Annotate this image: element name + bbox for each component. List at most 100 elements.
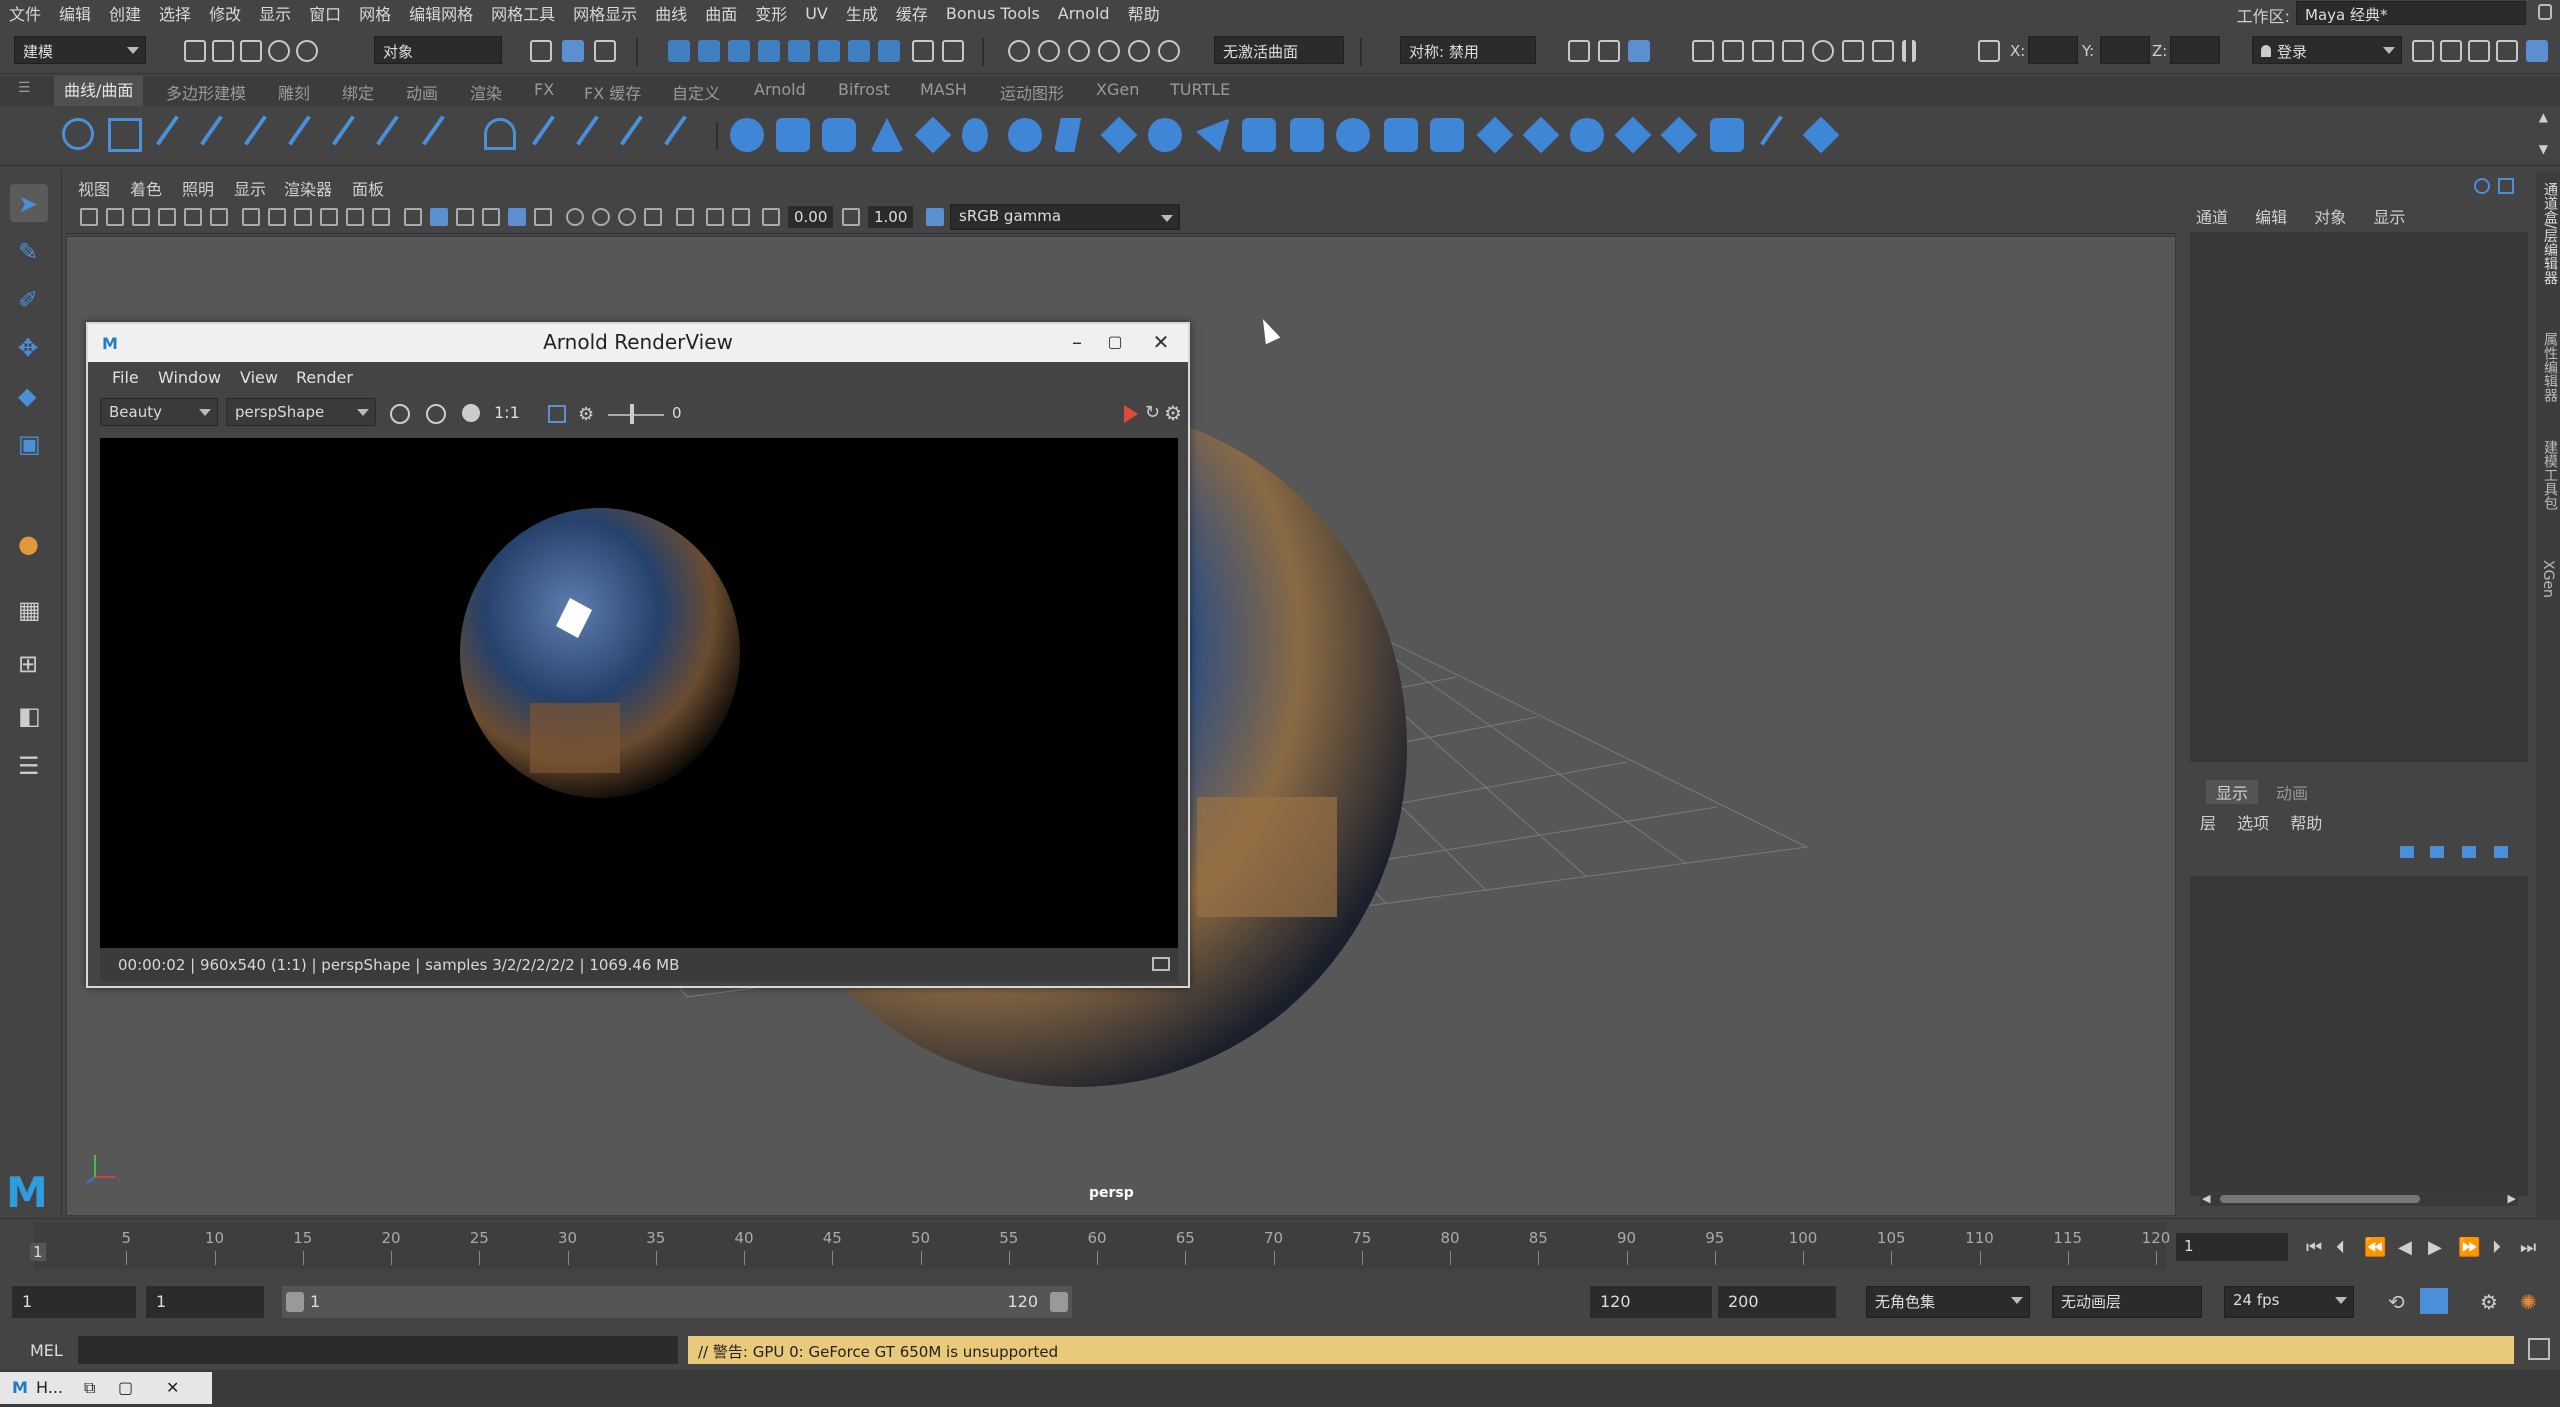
menu-edit-mesh[interactable]: 编辑网格 (400, 1, 482, 25)
xray-joints-icon[interactable] (706, 208, 724, 226)
shelf-tab-turtle[interactable]: TURTLE (1170, 80, 1230, 99)
outliner-layout-button[interactable]: ☰ (10, 746, 48, 784)
lasso-tool-button[interactable]: ✎ (10, 232, 48, 270)
z-field[interactable] (2170, 36, 2220, 64)
range-bar[interactable]: 1 120 (282, 1286, 1072, 1318)
bevel-plus-icon[interactable] (1336, 118, 1370, 152)
viewport-menu-shading[interactable]: 着色 (130, 176, 162, 200)
move-tool-button[interactable]: ✥ (10, 328, 48, 366)
aov-select[interactable]: Beauty (100, 398, 218, 426)
trim-tool-icon[interactable] (1476, 116, 1514, 154)
gamma-field[interactable]: 1.00 (868, 206, 914, 228)
detach-surfaces-icon[interactable] (1614, 116, 1652, 154)
shelf-tab-sculpting[interactable]: 雕刻 (278, 80, 310, 104)
channel-box-area[interactable] (2190, 232, 2528, 762)
pencil-curve-icon[interactable] (288, 115, 324, 155)
toggle-tool-settings-icon[interactable] (2468, 40, 2490, 62)
field-chart-icon[interactable] (346, 208, 364, 226)
anim-layer-select[interactable]: 无动画层 (2052, 1286, 2202, 1318)
layer-menu-options[interactable]: 选项 (2237, 814, 2269, 833)
playback-speed-icon[interactable]: ✺ (2520, 1290, 2537, 1314)
refresh-icon[interactable]: ↻ (1145, 402, 1160, 423)
live-surface-field[interactable]: 无激活曲面 (1214, 36, 1344, 64)
menu-generate[interactable]: 生成 (837, 1, 887, 25)
shelf-tab-arnold[interactable]: Arnold (754, 80, 806, 99)
menu-surfaces[interactable]: 曲面 (696, 1, 746, 25)
insert-isoparms-icon[interactable] (1710, 118, 1744, 152)
layer-menu-help[interactable]: 帮助 (2290, 814, 2322, 833)
camera-attributes-icon[interactable] (106, 208, 124, 226)
move-layer-down-icon[interactable] (2430, 846, 2444, 858)
menu-file[interactable]: 文件 (0, 1, 50, 25)
pick-curves-icon[interactable] (728, 40, 750, 62)
snap-grid-icon[interactable] (1008, 40, 1030, 62)
new-empty-layer-icon[interactable] (2462, 846, 2476, 858)
menu-window[interactable]: 窗口 (300, 1, 350, 25)
snap-curve-icon[interactable] (1038, 40, 1060, 62)
xray-active-icon[interactable] (732, 208, 750, 226)
new-scene-icon[interactable] (184, 40, 206, 62)
arnold-menu-file[interactable]: File (112, 368, 139, 387)
arnold-titlebar[interactable]: M Arnold RenderView – ▢ ✕ (88, 324, 1188, 362)
menu-select[interactable]: 选择 (150, 1, 200, 25)
film-gate-icon[interactable] (268, 208, 286, 226)
arc-tool-icon[interactable] (332, 115, 368, 155)
snap-surface-icon[interactable] (1158, 40, 1180, 62)
screen-space-ao-icon[interactable] (592, 208, 610, 226)
project-curve-icon[interactable] (1384, 118, 1418, 152)
cb-menu-channels[interactable]: 通道 (2196, 208, 2228, 227)
square-surface-icon[interactable] (1290, 118, 1324, 152)
animation-start-field[interactable]: 1 (12, 1286, 136, 1318)
menu-modify[interactable]: 修改 (200, 1, 250, 25)
menu-uv[interactable]: UV (796, 4, 837, 23)
arnold-flush-icon[interactable] (1872, 40, 1894, 62)
menu-mesh-display[interactable]: 网格显示 (564, 1, 646, 25)
shelf-scroll-down-icon[interactable]: ▼ (2539, 142, 2548, 156)
animation-end-field[interactable]: 200 (1718, 1286, 1836, 1318)
range-end-handle[interactable] (1050, 1292, 1068, 1312)
shadows-icon[interactable] (566, 208, 584, 226)
exposure-field[interactable]: 0.00 (788, 206, 834, 228)
selection-mask-select[interactable]: 对象 (374, 36, 502, 64)
arnold-menu-view[interactable]: View (240, 368, 278, 387)
undo-icon[interactable] (268, 40, 290, 62)
toggle-modeling-toolkit-icon[interactable] (2412, 40, 2434, 62)
menu-help[interactable]: 帮助 (1119, 1, 1169, 25)
detach-curves-icon[interactable] (422, 115, 458, 155)
close-icon[interactable]: ✕ (1146, 330, 1176, 354)
symmetry-select[interactable]: 对称: 禁用 (1400, 36, 1536, 64)
exposure-slider-handle[interactable] (630, 404, 634, 424)
layer-scrollbar[interactable]: ◀ ▶ (2200, 1192, 2518, 1206)
nurbs-square-icon[interactable] (108, 118, 142, 152)
new-layer-from-selection-icon[interactable] (2494, 846, 2508, 858)
menu-edit[interactable]: 编辑 (50, 1, 100, 25)
pick-deformations-icon[interactable] (788, 40, 810, 62)
open-scene-icon[interactable] (212, 40, 234, 62)
ep-curve-icon[interactable] (200, 115, 236, 155)
playback-start-field[interactable]: 1 (146, 1286, 264, 1318)
transform-constraint-icon[interactable] (1978, 40, 2000, 62)
scrollbar-thumb[interactable] (2220, 1195, 2420, 1203)
nurbs-cylinder-icon[interactable] (822, 118, 856, 152)
intersect-surfaces-icon[interactable] (1430, 118, 1464, 152)
time-ruler[interactable]: 1 5 10 15 20 25 30 35 40 45 50 55 60 65 70 75 80 85 90 95 1… (30, 1223, 2170, 1269)
restore-icon[interactable]: ⧉ (84, 1378, 95, 1398)
shelf-tab-mash[interactable]: MASH (920, 80, 967, 99)
shelf-tab-poly-modeling[interactable]: 多边形建模 (166, 80, 246, 104)
image-plane-icon[interactable] (158, 208, 176, 226)
view-transform-select[interactable]: sRGB gamma (950, 204, 1180, 230)
menu-deform[interactable]: 变形 (746, 1, 796, 25)
exposure-gear-icon[interactable]: ⚙ (578, 404, 594, 425)
zoom-ratio-button[interactable]: 1:1 (494, 403, 520, 422)
insert-knot-icon[interactable] (620, 115, 656, 155)
current-frame-field[interactable]: 1 (2176, 1233, 2288, 1261)
menu-mesh-tools[interactable]: 网格工具 (482, 1, 564, 25)
extrude-icon[interactable] (1148, 118, 1182, 152)
playback-end-field[interactable]: 120 (1590, 1286, 1712, 1318)
mode-select[interactable]: 建模 (14, 36, 146, 64)
pick-dynamics-icon[interactable] (818, 40, 840, 62)
settings-gear-icon[interactable]: ⚙ (1164, 401, 1182, 425)
workspace-select[interactable]: Maya 经典* (2296, 1, 2526, 25)
arnold-menu-render[interactable]: Render (296, 368, 353, 387)
snap-view-plane-icon[interactable] (1098, 40, 1120, 62)
